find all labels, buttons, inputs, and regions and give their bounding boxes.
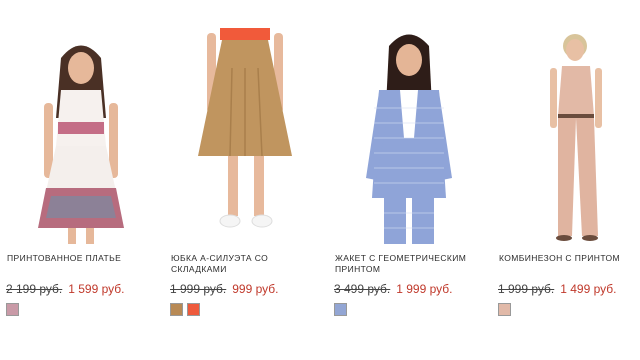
product-price: 3 499 руб. 1 999 руб. [334, 282, 490, 296]
color-swatch[interactable] [334, 303, 347, 316]
product-card[interactable]: КОМБИНЕЗОН С ПРИНТОМ 1 999 руб. 1 499 руб… [492, 0, 640, 360]
color-swatches [334, 303, 347, 316]
color-swatch[interactable] [187, 303, 200, 316]
product-image-printed-jumpsuit[interactable] [498, 28, 640, 244]
product-image-a-line-skirt[interactable] [170, 28, 320, 244]
color-swatches [170, 303, 200, 316]
old-price: 1 999 руб. [498, 282, 555, 296]
product-grid: ПРИНТОВАННОЕ ПЛАТЬЕ 2 199 руб. 1 599 руб. [0, 0, 640, 360]
old-price: 3 499 руб. [334, 282, 391, 296]
product-price: 1 999 руб. 1 499 руб. [498, 282, 640, 296]
product-image-geometric-jacket[interactable] [334, 28, 484, 244]
sale-price: 1 599 руб. [68, 282, 125, 296]
old-price: 2 199 руб. [6, 282, 63, 296]
product-name[interactable]: ПРИНТОВАННОЕ ПЛАТЬЕ [7, 253, 155, 264]
product-price: 2 199 руб. 1 599 руб. [6, 282, 162, 296]
old-price: 1 999 руб. [170, 282, 227, 296]
product-image-printed-dress[interactable] [6, 28, 156, 244]
product-card[interactable]: ЮБКА А-СИЛУЭТА СО СКЛАДКАМИ 1 999 руб. 99… [164, 0, 324, 360]
product-name[interactable]: ЮБКА А-СИЛУЭТА СО СКЛАДКАМИ [171, 253, 319, 274]
color-swatches [498, 303, 511, 316]
product-card[interactable]: ЖАКЕТ С ГЕОМЕТРИЧЕСКИМ ПРИНТОМ 3 499 руб… [328, 0, 488, 360]
sale-price: 1 999 руб. [396, 282, 453, 296]
color-swatch[interactable] [6, 303, 19, 316]
product-card[interactable]: ПРИНТОВАННОЕ ПЛАТЬЕ 2 199 руб. 1 599 руб. [0, 0, 160, 360]
product-name[interactable]: ЖАКЕТ С ГЕОМЕТРИЧЕСКИМ ПРИНТОМ [335, 253, 483, 274]
product-name[interactable]: КОМБИНЕЗОН С ПРИНТОМ [499, 253, 640, 264]
color-swatch[interactable] [170, 303, 183, 316]
color-swatches [6, 303, 19, 316]
product-price: 1 999 руб. 999 руб. [170, 282, 326, 296]
sale-price: 1 499 руб. [560, 282, 617, 296]
sale-price: 999 руб. [232, 282, 279, 296]
color-swatch[interactable] [498, 303, 511, 316]
